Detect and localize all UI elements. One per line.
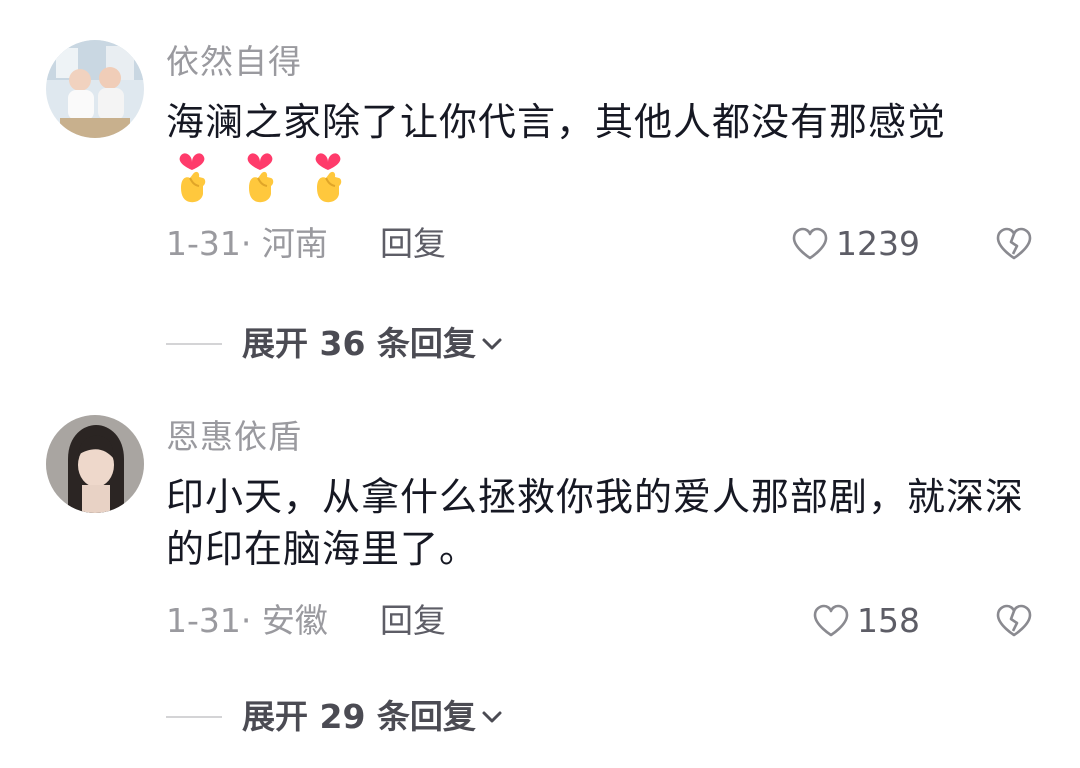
comment-meta: 1-31· 河南	[166, 224, 328, 263]
emoji-row	[172, 148, 348, 204]
avatar[interactable]	[46, 415, 144, 513]
divider	[166, 716, 222, 718]
username[interactable]: 恩惠依盾	[166, 417, 302, 457]
comment-item: 依然自得 海澜之家除了让你代言，其他人都没有那感觉 1-31· 河南 回复 12…	[0, 30, 1080, 370]
reply-button[interactable]: 回复	[380, 224, 446, 264]
chevron-down-icon	[482, 338, 502, 350]
heart-hands-emoji	[315, 153, 342, 203]
like-count: 1239	[836, 224, 920, 263]
comment-text: 印小天，从拿什么拯救你我的爱人那部剧，就深深的印在脑海里了。	[166, 475, 1025, 571]
broken-heart-icon[interactable]	[994, 601, 1034, 641]
heart-hands-emoji	[179, 153, 206, 203]
expand-replies-button[interactable]: 展开 29 条回复	[166, 697, 506, 737]
reply-button[interactable]: 回复	[380, 601, 446, 641]
comment-list: 依然自得 海澜之家除了让你代言，其他人都没有那感觉 1-31· 河南 回复 12…	[0, 0, 1080, 768]
comment-meta: 1-31· 安徽	[166, 601, 328, 640]
heart-outline-icon	[792, 227, 828, 260]
expand-replies-label: 展开 36 条回复	[242, 324, 476, 363]
comment-text: 海澜之家除了让你代言，其他人都没有那感觉	[166, 100, 947, 144]
username[interactable]: 依然自得	[166, 42, 302, 82]
like-count: 158	[857, 601, 920, 640]
expand-replies-label: 展开 29 条回复	[242, 697, 476, 736]
chevron-down-icon	[482, 711, 502, 723]
heart-outline-icon	[813, 604, 849, 637]
comment-item: 恩惠依盾 印小天，从拿什么拯救你我的爱人那部剧，就深深的印在脑海里了。 1-31…	[0, 405, 1080, 750]
broken-heart-icon[interactable]	[994, 224, 1034, 264]
expand-replies-button[interactable]: 展开 36 条回复	[166, 324, 506, 364]
heart-hands-emoji	[247, 153, 274, 203]
avatar[interactable]	[46, 40, 144, 138]
divider	[166, 343, 222, 345]
like-button[interactable]: 1239	[790, 224, 920, 264]
like-button[interactable]: 158	[811, 601, 920, 641]
